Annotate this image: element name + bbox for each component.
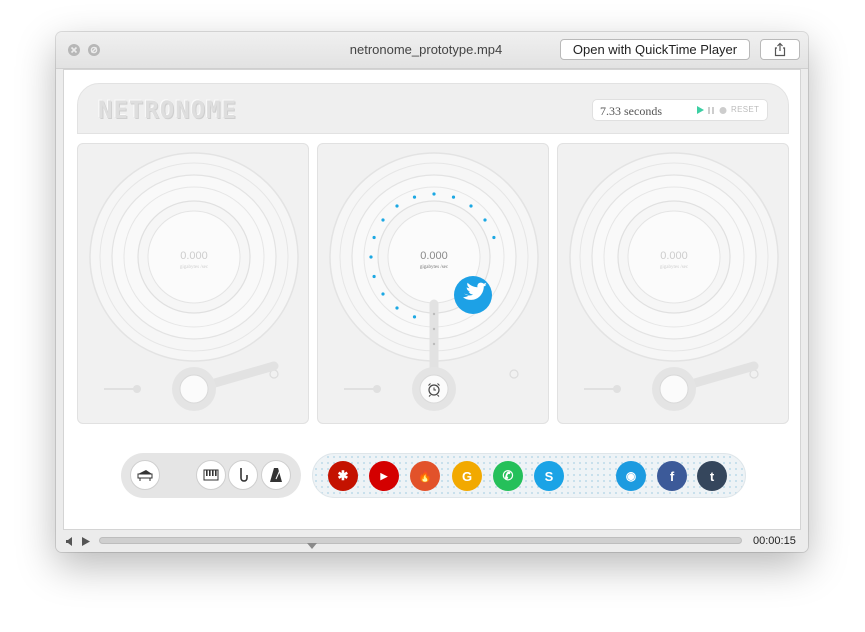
tinder-icon[interactable]: 🔥 [410, 461, 440, 491]
progress-dot [492, 235, 496, 240]
timer-box: 7.33 seconds RESET [592, 99, 768, 121]
play-icon[interactable] [81, 536, 91, 547]
progress-dot [483, 218, 487, 222]
close-icon[interactable] [68, 44, 80, 56]
reset-button[interactable]: RESET [731, 105, 759, 114]
video-frame: NETRONOME 7.33 seconds RESET 0.000 gigab… [63, 69, 801, 530]
window-title: netronome_prototype.mp4 [349, 42, 503, 57]
whatsapp-icon[interactable]: ✆ [493, 461, 523, 491]
progress-dot [369, 255, 373, 259]
time-display: 00:00:15 [753, 535, 796, 547]
quicktime-window: netronome_prototype.mp4 Open with QuickT… [56, 32, 808, 552]
app-logo: NETRONOME [98, 96, 238, 124]
title-bar: netronome_prototype.mp4 Open with QuickT… [56, 32, 808, 69]
progress-dot [395, 204, 399, 208]
scrubber-thumb[interactable] [307, 543, 318, 549]
progress-dot [451, 195, 456, 199]
deck-1-unit: gigabytes /sec [179, 265, 209, 270]
facebook-icon[interactable]: f [657, 461, 687, 491]
app-header: NETRONOME 7.33 seconds RESET [77, 83, 789, 134]
yelp-icon[interactable]: ✱ [328, 461, 358, 491]
progress-dot [381, 292, 385, 296]
metronome-button[interactable] [261, 460, 291, 490]
timer-value: 7.33 seconds [600, 104, 662, 118]
deck-1-value: 0.000 [180, 250, 208, 262]
play-icon[interactable] [695, 103, 705, 117]
deck-2-unit: gigabytes /sec [419, 265, 449, 270]
instrument-bar [121, 453, 301, 498]
piano-icon [137, 470, 153, 481]
progress-dot [372, 274, 376, 279]
pause-icon[interactable] [707, 103, 715, 117]
tumblr-icon[interactable]: t [697, 461, 727, 491]
deck-3-value: 0.000 [660, 250, 688, 262]
saxophone-button[interactable] [228, 460, 258, 490]
player-controls: 00:00:15 [56, 531, 808, 552]
deck-3-unit: gigabytes /sec [659, 265, 689, 270]
progress-dot [412, 195, 417, 199]
share-icon [774, 42, 786, 57]
deck-2: 0.000 gigabytes /sec [317, 143, 549, 424]
deck-1: 0.000 gigabytes /sec [77, 143, 309, 424]
skype-icon[interactable]: S [534, 461, 564, 491]
volume-icon[interactable] [65, 536, 77, 547]
open-with-quicktime-button[interactable]: Open with QuickTime Player [560, 39, 750, 60]
piano-button[interactable] [130, 460, 160, 490]
keyboard-button[interactable] [196, 460, 226, 490]
progress-dot [469, 204, 473, 208]
progress-dot [372, 235, 376, 240]
twitter-icon[interactable] [454, 276, 492, 314]
deck-2-value: 0.000 [420, 250, 448, 262]
reddit-icon[interactable]: ◉ [616, 461, 646, 491]
stop-icon[interactable] [718, 103, 728, 117]
share-button[interactable] [760, 39, 800, 60]
progress-dot [432, 192, 436, 196]
metronome-icon [270, 468, 282, 482]
minimize-icon[interactable] [88, 44, 100, 56]
playback-scrubber[interactable] [99, 537, 742, 549]
saxophone-icon [240, 468, 248, 482]
progress-dot [381, 218, 385, 222]
progress-dot [412, 315, 417, 319]
social-bar: ✱ ▶ 🔥 G ✆ S ◉ f t [312, 453, 746, 498]
deck-3: 0.000 gigabytes /sec [557, 143, 789, 424]
progress-dot [395, 306, 399, 310]
keyboard-icon [203, 469, 219, 481]
google-icon[interactable]: G [452, 461, 482, 491]
youtube-icon[interactable]: ▶ [369, 461, 399, 491]
